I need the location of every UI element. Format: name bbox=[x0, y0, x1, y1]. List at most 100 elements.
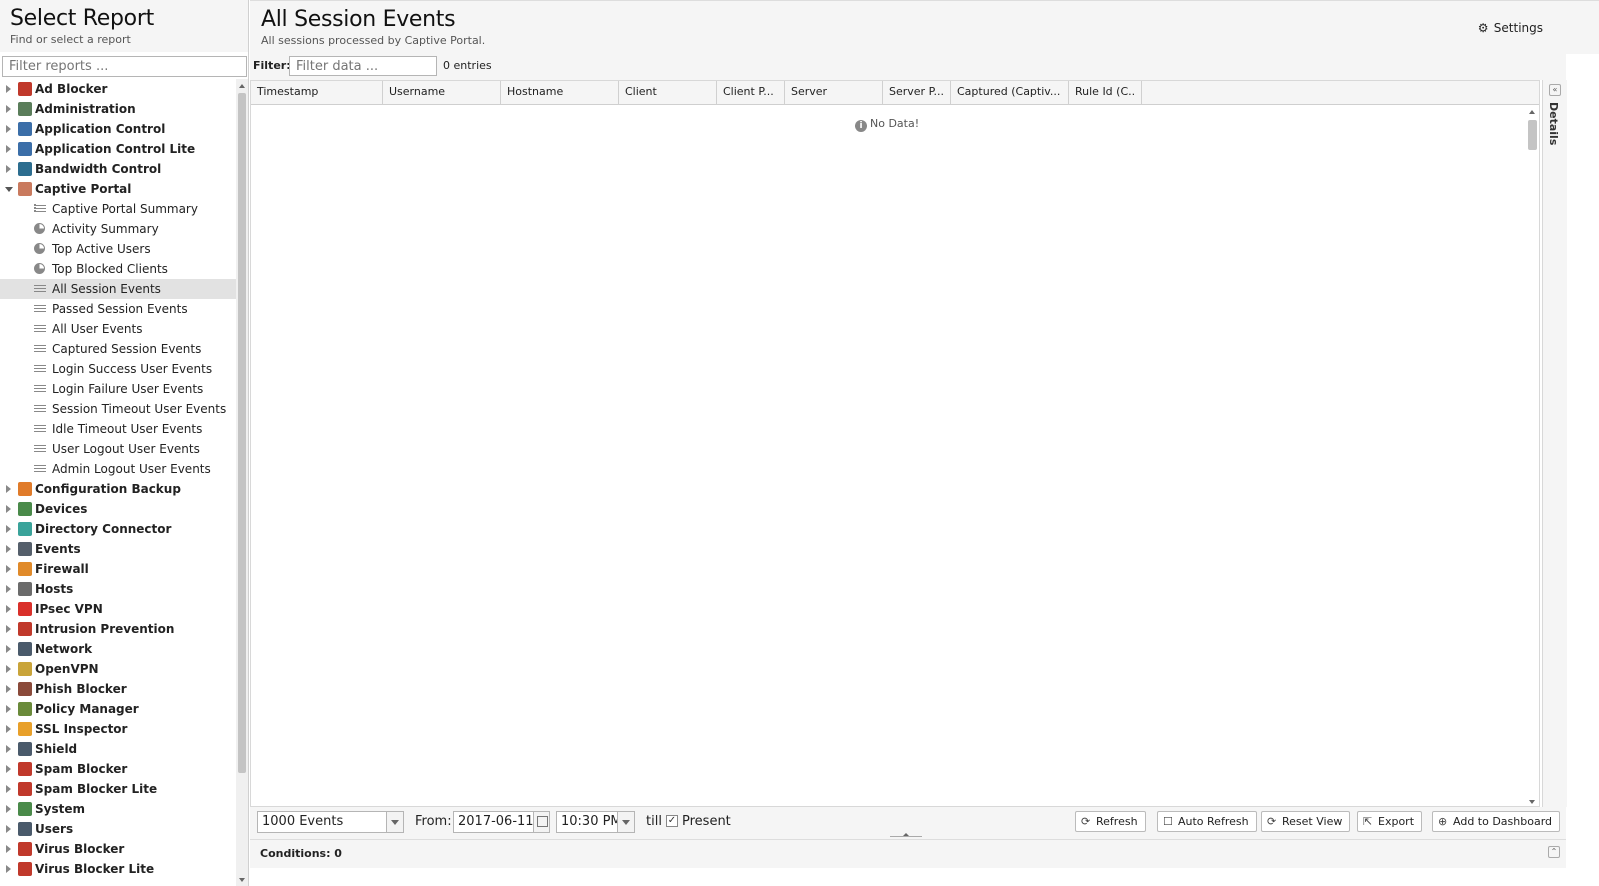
tree-report-item[interactable]: Idle Timeout User Events bbox=[0, 419, 236, 439]
tree-app-node[interactable]: IPsec VPN bbox=[0, 599, 236, 619]
column-header[interactable]: Client bbox=[619, 81, 717, 105]
tree-app-node[interactable]: Configuration Backup bbox=[0, 479, 236, 499]
column-header[interactable]: Client P... bbox=[717, 81, 785, 105]
chevron-down-icon[interactable] bbox=[617, 812, 634, 832]
settings-button[interactable]: ⚙ Settings bbox=[1478, 21, 1543, 35]
tree-report-item[interactable]: Passed Session Events bbox=[0, 299, 236, 319]
expand-down-icon[interactable] bbox=[5, 187, 13, 192]
expand-right-icon[interactable] bbox=[6, 685, 11, 693]
tree-app-node[interactable]: Application Control bbox=[0, 119, 236, 139]
expand-right-icon[interactable] bbox=[6, 85, 11, 93]
tree-app-node[interactable]: Users bbox=[0, 819, 236, 839]
expand-right-icon[interactable] bbox=[6, 705, 11, 713]
expand-right-icon[interactable] bbox=[6, 545, 11, 553]
expand-right-icon[interactable] bbox=[6, 665, 11, 673]
scroll-down-arrow-icon[interactable] bbox=[1529, 800, 1535, 804]
collapse-left-icon[interactable]: « bbox=[1549, 84, 1561, 96]
reset-view-button[interactable]: ⟳ Reset View bbox=[1261, 811, 1351, 832]
tree-app-node[interactable]: Application Control Lite bbox=[0, 139, 236, 159]
expand-right-icon[interactable] bbox=[6, 805, 11, 813]
scroll-down-arrow-icon[interactable] bbox=[239, 878, 245, 882]
column-header[interactable]: Server P... bbox=[883, 81, 951, 105]
expand-right-icon[interactable] bbox=[6, 525, 11, 533]
expand-up-icon[interactable]: ⌃ bbox=[1548, 846, 1560, 858]
chevron-down-icon[interactable] bbox=[386, 812, 403, 832]
from-date-field[interactable]: 2017-06-11 bbox=[453, 811, 550, 833]
filter-reports-input[interactable] bbox=[2, 56, 247, 77]
expand-right-icon[interactable] bbox=[6, 505, 11, 513]
scrollbar-thumb[interactable] bbox=[1528, 120, 1537, 150]
tree-app-node[interactable]: Events bbox=[0, 539, 236, 559]
tree-app-node[interactable]: Phish Blocker bbox=[0, 679, 236, 699]
tree-app-node[interactable]: Firewall bbox=[0, 559, 236, 579]
tree-report-item[interactable]: Login Success User Events bbox=[0, 359, 236, 379]
tree-report-item[interactable]: Activity Summary bbox=[0, 219, 236, 239]
tree-report-item[interactable]: User Logout User Events bbox=[0, 439, 236, 459]
tree-report-item[interactable]: All Session Events bbox=[0, 279, 236, 299]
expand-right-icon[interactable] bbox=[6, 605, 11, 613]
tree-app-node[interactable]: Policy Manager bbox=[0, 699, 236, 719]
expand-right-icon[interactable] bbox=[6, 125, 11, 133]
event-limit-select[interactable]: 1000 Events bbox=[257, 811, 404, 833]
tree-app-node[interactable]: Hosts bbox=[0, 579, 236, 599]
tree-report-item[interactable]: Captive Portal Summary bbox=[0, 199, 236, 219]
tree-report-item[interactable]: Top Active Users bbox=[0, 239, 236, 259]
tree-report-item[interactable]: Top Blocked Clients bbox=[0, 259, 236, 279]
expand-right-icon[interactable] bbox=[6, 765, 11, 773]
tree-app-node[interactable]: Spam Blocker Lite bbox=[0, 779, 236, 799]
expand-right-icon[interactable] bbox=[6, 145, 11, 153]
column-header[interactable]: Rule Id (C.. bbox=[1069, 81, 1142, 105]
tree-app-node[interactable]: System bbox=[0, 799, 236, 819]
tree-app-node[interactable]: Shield bbox=[0, 739, 236, 759]
column-header[interactable]: Username bbox=[383, 81, 501, 105]
expand-right-icon[interactable] bbox=[6, 865, 11, 873]
scrollbar-thumb[interactable] bbox=[238, 93, 246, 773]
expand-right-icon[interactable] bbox=[6, 745, 11, 753]
refresh-button[interactable]: ⟳ Refresh bbox=[1075, 811, 1146, 832]
from-time-field[interactable]: 10:30 PM bbox=[556, 811, 635, 833]
expand-right-icon[interactable] bbox=[6, 565, 11, 573]
tree-report-item[interactable]: Session Timeout User Events bbox=[0, 399, 236, 419]
tree-app-node[interactable]: Directory Connector bbox=[0, 519, 236, 539]
column-header[interactable]: Hostname bbox=[501, 81, 619, 105]
add-to-dashboard-button[interactable]: ⊕ Add to Dashboard bbox=[1432, 811, 1561, 832]
present-checkbox[interactable]: ✓ bbox=[666, 815, 678, 827]
tree-app-node[interactable]: Intrusion Prevention bbox=[0, 619, 236, 639]
tree-app-node[interactable]: Ad Blocker bbox=[0, 79, 236, 99]
column-header[interactable]: Server bbox=[785, 81, 883, 105]
tree-app-node[interactable]: OpenVPN bbox=[0, 659, 236, 679]
expand-right-icon[interactable] bbox=[6, 845, 11, 853]
column-header[interactable]: Captured (Captiv... bbox=[951, 81, 1069, 105]
filter-data-input[interactable] bbox=[289, 56, 437, 76]
details-panel[interactable]: « Details bbox=[1542, 80, 1567, 807]
tree-app-node[interactable]: Bandwidth Control bbox=[0, 159, 236, 179]
expand-right-icon[interactable] bbox=[6, 485, 11, 493]
calendar-icon[interactable] bbox=[533, 812, 549, 832]
export-button[interactable]: ⇱ Export bbox=[1357, 811, 1423, 832]
tree-app-node[interactable]: Devices bbox=[0, 499, 236, 519]
tree-report-item[interactable]: Admin Logout User Events bbox=[0, 459, 236, 479]
expand-right-icon[interactable] bbox=[6, 725, 11, 733]
report-tree-scrollbar[interactable] bbox=[236, 79, 248, 886]
expand-right-icon[interactable] bbox=[6, 645, 11, 653]
conditions-bar[interactable]: Conditions: 0 ⌃ bbox=[250, 839, 1566, 868]
scroll-up-arrow-icon[interactable] bbox=[239, 84, 245, 88]
expand-right-icon[interactable] bbox=[6, 105, 11, 113]
expand-right-icon[interactable] bbox=[6, 585, 11, 593]
tree-app-node[interactable]: Network bbox=[0, 639, 236, 659]
scroll-up-arrow-icon[interactable] bbox=[1529, 110, 1535, 114]
grid-scrollbar[interactable] bbox=[1525, 106, 1539, 806]
tree-app-node[interactable]: Spam Blocker bbox=[0, 759, 236, 779]
column-header[interactable]: Timestamp bbox=[251, 81, 383, 105]
tree-app-node[interactable]: SSL Inspector bbox=[0, 719, 236, 739]
tree-app-node[interactable]: Virus Blocker bbox=[0, 839, 236, 859]
tree-app-node[interactable]: Captive Portal bbox=[0, 179, 236, 199]
tree-app-node[interactable]: Virus Blocker Lite bbox=[0, 859, 236, 879]
expand-right-icon[interactable] bbox=[6, 625, 11, 633]
expand-right-icon[interactable] bbox=[6, 785, 11, 793]
tree-report-item[interactable]: All User Events bbox=[0, 319, 236, 339]
expand-right-icon[interactable] bbox=[6, 825, 11, 833]
expand-right-icon[interactable] bbox=[6, 165, 11, 173]
tree-report-item[interactable]: Captured Session Events bbox=[0, 339, 236, 359]
tree-report-item[interactable]: Login Failure User Events bbox=[0, 379, 236, 399]
